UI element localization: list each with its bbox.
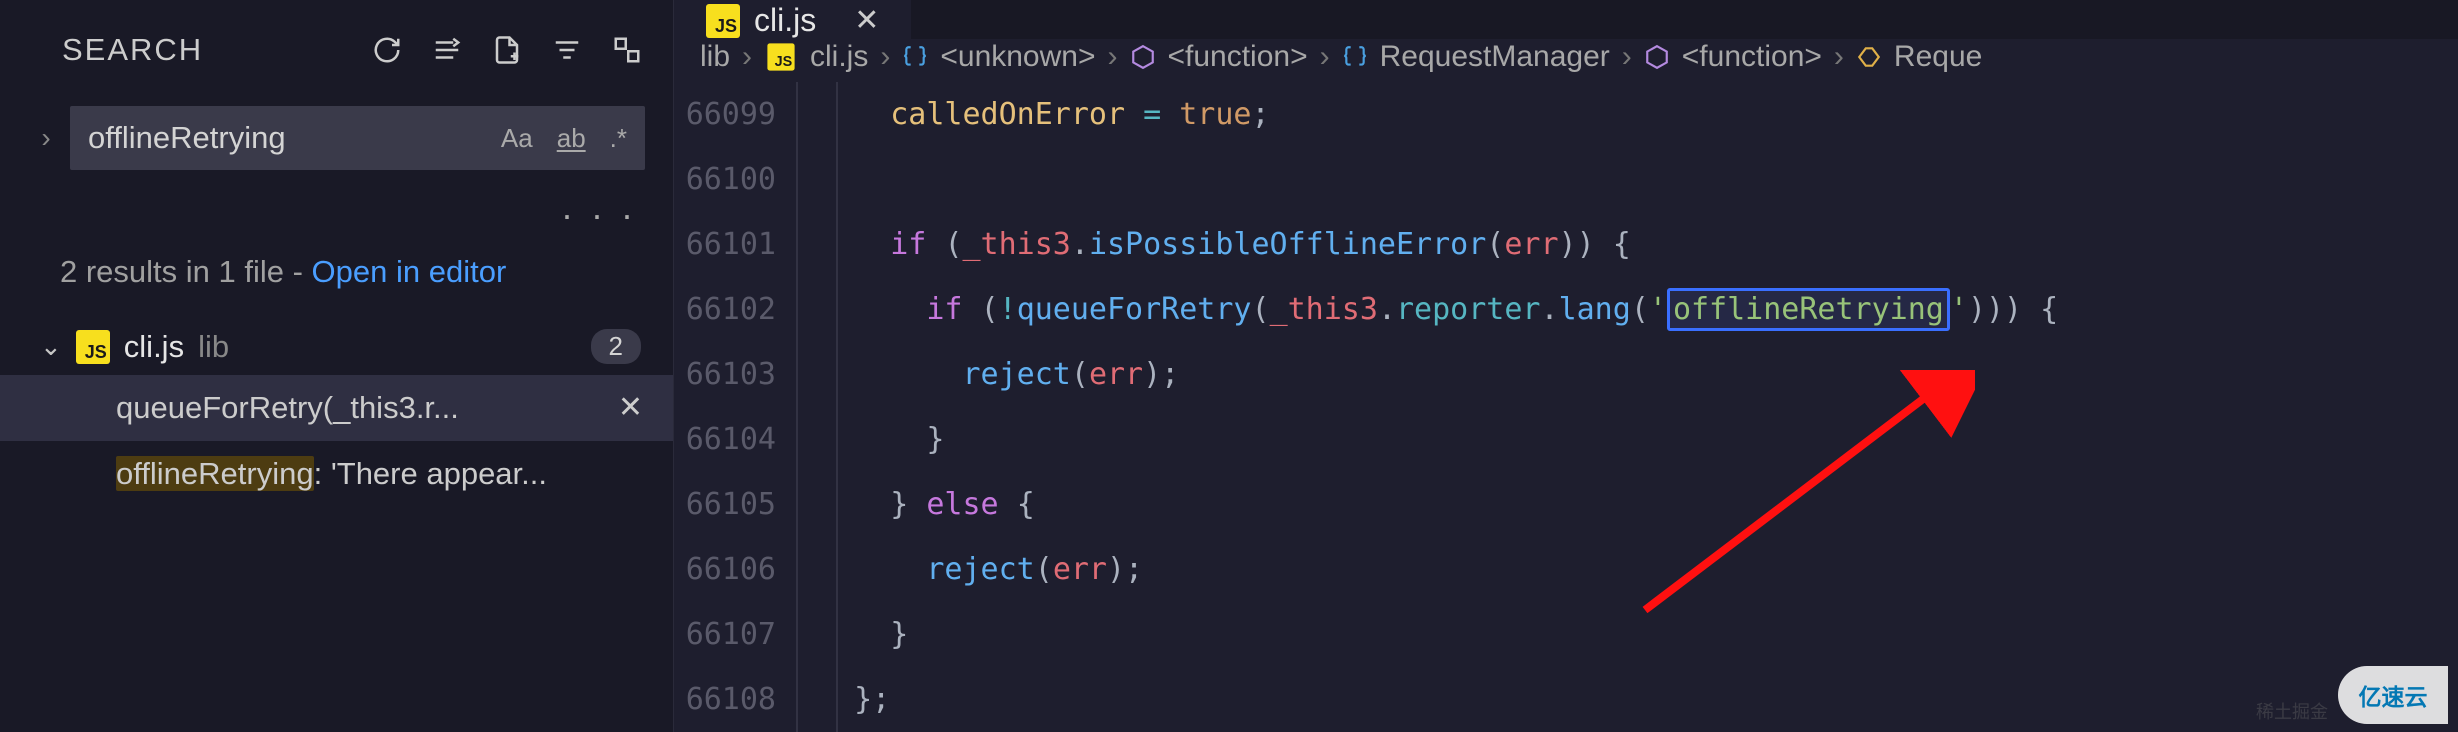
close-tab-icon[interactable]: ✕ <box>854 3 879 38</box>
js-file-icon: JS <box>706 4 740 38</box>
line-number: 66102 <box>674 277 776 342</box>
tab-name: cli.js <box>754 2 816 39</box>
result-text: offlineRetrying: 'There appear... <box>116 456 653 492</box>
code-line: if (!queueForRetry(_this3.reporter.lang(… <box>818 277 2058 342</box>
search-query-text: offlineRetrying <box>88 120 501 156</box>
breadcrumb-item[interactable]: cli.js <box>810 40 868 74</box>
line-number: 66104 <box>674 407 776 472</box>
search-input[interactable]: offlineRetrying Aa ab .* <box>70 106 645 170</box>
code-line: } <box>818 602 2058 667</box>
search-result-item[interactable]: queueForRetry(_this3.r... ✕ <box>0 375 673 441</box>
editor-area: JS cli.js ✕ lib › JS cli.js › <unknown> … <box>674 0 2458 732</box>
watermark-text: 稀土掘金 <box>2256 698 2328 724</box>
line-number: 66105 <box>674 472 776 537</box>
code-line: if (_this3.isPossibleOfflineError(err)) … <box>818 212 2058 277</box>
function-icon <box>1644 44 1670 70</box>
breadcrumb-sep: › <box>1320 40 1330 74</box>
tab-bar: JS cli.js ✕ <box>674 0 2458 39</box>
chevron-down-icon[interactable]: ⌄ <box>40 331 62 362</box>
breadcrumb[interactable]: lib › JS cli.js › <unknown> › <function>… <box>674 39 2458 74</box>
line-number: 66108 <box>674 667 776 732</box>
breadcrumb-item[interactable]: <function> <box>1168 40 1308 74</box>
result-text: queueForRetry(_this3.r... <box>116 390 608 426</box>
search-panel: SEARCH › <box>0 0 674 732</box>
chevron-right-icon[interactable]: › <box>30 122 62 154</box>
line-number: 66103 <box>674 342 776 407</box>
code-line <box>818 147 2058 212</box>
dismiss-result-icon[interactable]: ✕ <box>608 390 653 425</box>
line-number: 66100 <box>674 147 776 212</box>
line-number: 66106 <box>674 537 776 602</box>
watermark-badge: 亿速云 <box>2338 666 2448 724</box>
code-line: }; <box>818 667 2058 732</box>
clear-all-icon[interactable] <box>431 34 463 66</box>
breadcrumb-sep: › <box>880 40 890 74</box>
line-number: 66099 <box>674 82 776 147</box>
watermark: 稀土掘金 亿速云 <box>2256 666 2448 724</box>
namespace-icon <box>902 44 928 70</box>
summary-text: 2 results in 1 file - <box>60 254 312 289</box>
code-line: reject(err); <box>818 537 2058 602</box>
search-result-item[interactable]: offlineRetrying: 'There appear... <box>0 441 673 507</box>
breadcrumb-sep: › <box>1834 40 1844 74</box>
method-icon <box>1856 44 1882 70</box>
breadcrumb-sep: › <box>1622 40 1632 74</box>
code-line: calledOnError = true; <box>818 82 2058 147</box>
breadcrumb-item[interactable]: Reque <box>1894 40 1982 74</box>
view-tree-icon[interactable] <box>611 34 643 66</box>
breadcrumb-sep: › <box>1108 40 1118 74</box>
function-icon <box>1130 44 1156 70</box>
results-summary: 2 results in 1 file - Open in editor <box>0 236 673 319</box>
refresh-icon[interactable] <box>371 34 403 66</box>
line-number: 66101 <box>674 212 776 277</box>
js-file-icon: JS <box>767 43 794 70</box>
new-file-icon[interactable] <box>491 34 523 66</box>
namespace-icon <box>1342 44 1368 70</box>
result-file-name: cli.js <box>124 329 184 365</box>
search-match-highlight: offlineRetrying <box>1667 288 1950 331</box>
code-editor[interactable]: 6609966100661016610266103661046610566106… <box>674 74 2458 732</box>
open-in-editor-link[interactable]: Open in editor <box>312 254 507 289</box>
result-file-path: lib <box>198 329 229 365</box>
js-file-icon: JS <box>76 330 110 364</box>
breadcrumb-item[interactable]: RequestManager <box>1380 40 1610 74</box>
regex-toggle[interactable]: .* <box>610 123 627 154</box>
editor-tab[interactable]: JS cli.js ✕ <box>674 0 911 39</box>
breadcrumb-item[interactable]: <function> <box>1682 40 1822 74</box>
code-line: } <box>818 407 2058 472</box>
collapse-icon[interactable] <box>551 34 583 66</box>
search-title: SEARCH <box>62 32 355 68</box>
code-lines: calledOnError = true; if (_this3.isPossi… <box>794 82 2058 732</box>
breadcrumb-item[interactable]: lib <box>700 40 730 74</box>
line-gutter: 6609966100661016610266103661046610566106… <box>674 82 794 732</box>
result-highlight: offlineRetrying <box>116 456 314 491</box>
whole-word-toggle[interactable]: ab <box>557 123 586 154</box>
more-options-icon[interactable]: · · · <box>0 190 673 236</box>
breadcrumb-sep: › <box>742 40 752 74</box>
line-number: 66107 <box>674 602 776 667</box>
result-file-row[interactable]: ⌄ JS cli.js lib 2 <box>0 319 673 375</box>
match-case-toggle[interactable]: Aa <box>501 123 533 154</box>
result-count-badge: 2 <box>591 329 641 364</box>
code-line: } else { <box>818 472 2058 537</box>
code-line: reject(err); <box>818 342 2058 407</box>
breadcrumb-item[interactable]: <unknown> <box>940 40 1095 74</box>
